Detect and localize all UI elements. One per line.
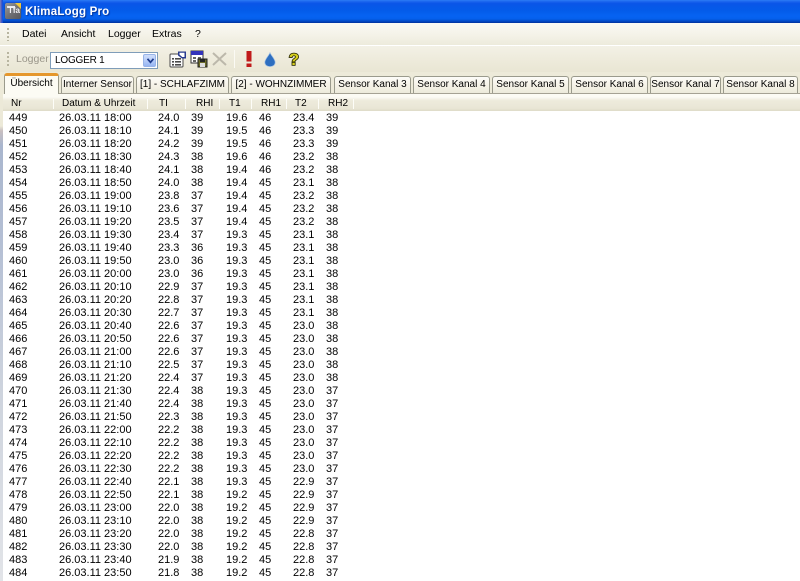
svg-text:?: ? xyxy=(289,51,299,68)
